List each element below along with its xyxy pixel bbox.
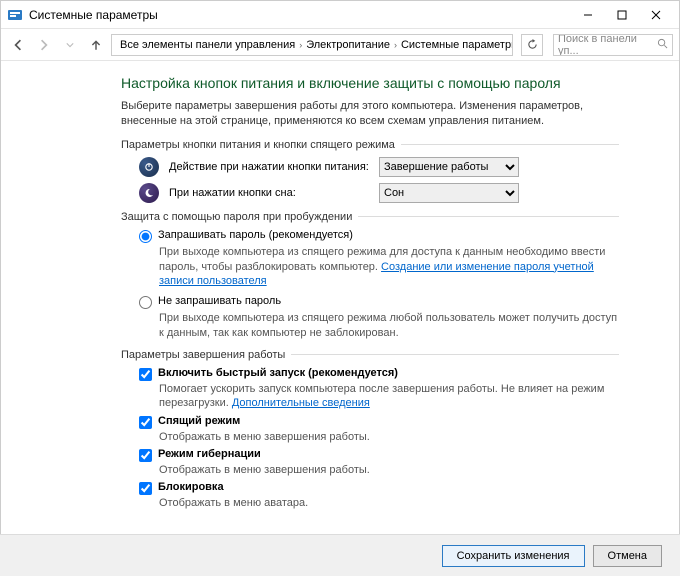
back-button[interactable] [7, 34, 29, 56]
section-password-title: Защита с помощью пароля при пробуждении [121, 211, 619, 223]
close-button[interactable] [639, 4, 673, 26]
checkbox-fast-startup-input[interactable] [139, 368, 152, 381]
radio-require-password: Запрашивать пароль (рекомендуется) При в… [139, 229, 619, 290]
search-icon [657, 38, 668, 52]
save-button[interactable]: Сохранить изменения [442, 545, 585, 567]
checkbox-lock-label: Блокировка [158, 481, 224, 493]
sleep-button-label: При нажатии кнопки сна: [169, 187, 379, 199]
checkbox-fast-startup: Включить быстрый запуск (рекомендуется) … [139, 367, 619, 411]
refresh-button[interactable] [521, 34, 543, 56]
radio-no-password-desc: При выходе компьютера из спящего режима … [159, 311, 619, 341]
maximize-button[interactable] [605, 4, 639, 26]
section-shutdown-title: Параметры завершения работы [121, 349, 619, 361]
power-button-action-select[interactable]: Завершение работы [379, 157, 519, 177]
checkbox-sleep: Спящий режим Отображать в меню завершени… [139, 415, 619, 444]
breadcrumb-segment[interactable]: Все элементы панели управления [120, 39, 295, 51]
content-area: Настройка кнопок питания и включение защ… [1, 61, 679, 533]
radio-require-password-desc: При выходе компьютера из спящего режима … [159, 245, 619, 290]
radio-no-password-label: Не запрашивать пароль [158, 295, 281, 307]
title-bar: Системные параметры [1, 1, 679, 29]
chevron-right-icon: › [394, 40, 397, 50]
checkbox-hibernate-desc: Отображать в меню завершения работы. [159, 463, 619, 477]
radio-no-password: Не запрашивать пароль При выходе компьют… [139, 295, 619, 341]
minimize-button[interactable] [571, 4, 605, 26]
radio-no-password-input[interactable] [139, 296, 152, 309]
up-button[interactable] [85, 34, 107, 56]
sleep-button-row: При нажатии кнопки сна: Сон [139, 183, 619, 203]
checkbox-lock-input[interactable] [139, 482, 152, 495]
sleep-button-action-select[interactable]: Сон [379, 183, 519, 203]
checkbox-hibernate-input[interactable] [139, 449, 152, 462]
page-heading: Настройка кнопок питания и включение защ… [121, 75, 619, 91]
power-button-label: Действие при нажатии кнопки питания: [169, 161, 379, 173]
nav-bar: Все элементы панели управления › Электро… [1, 29, 679, 61]
search-placeholder: Поиск в панели уп... [558, 34, 657, 56]
search-input[interactable]: Поиск в панели уп... [553, 34, 673, 56]
learn-more-link[interactable]: Дополнительные сведения [232, 397, 370, 409]
section-power-buttons-title: Параметры кнопки питания и кнопки спящег… [121, 139, 619, 151]
checkbox-fast-startup-label: Включить быстрый запуск (рекомендуется) [158, 367, 398, 379]
moon-icon [139, 183, 159, 203]
checkbox-fast-startup-desc: Помогает ускорить запуск компьютера посл… [159, 382, 619, 411]
footer-bar: Сохранить изменения Отмена [0, 534, 680, 576]
checkbox-sleep-label: Спящий режим [158, 415, 240, 427]
radio-require-password-input[interactable] [139, 230, 152, 243]
recent-locations-dropdown[interactable] [59, 34, 81, 56]
control-panel-icon [7, 7, 23, 23]
breadcrumb-segment[interactable]: Электропитание [306, 39, 390, 51]
checkbox-lock-desc: Отображать в меню аватара. [159, 496, 619, 510]
forward-button[interactable] [33, 34, 55, 56]
checkbox-sleep-input[interactable] [139, 416, 152, 429]
checkbox-hibernate: Режим гибернации Отображать в меню завер… [139, 448, 619, 477]
chevron-right-icon: › [299, 40, 302, 50]
checkbox-sleep-desc: Отображать в меню завершения работы. [159, 430, 619, 444]
power-icon [139, 157, 159, 177]
window-title: Системные параметры [29, 8, 158, 22]
power-button-row: Действие при нажатии кнопки питания: Зав… [139, 157, 619, 177]
checkbox-hibernate-label: Режим гибернации [158, 448, 261, 460]
address-bar[interactable]: Все элементы панели управления › Электро… [111, 34, 513, 56]
page-intro: Выберите параметры завершения работы для… [121, 99, 619, 129]
checkbox-lock: Блокировка Отображать в меню аватара. [139, 481, 619, 510]
cancel-button[interactable]: Отмена [593, 545, 662, 567]
breadcrumb-segment[interactable]: Системные параметры [401, 39, 513, 51]
radio-require-password-label: Запрашивать пароль (рекомендуется) [158, 229, 353, 241]
